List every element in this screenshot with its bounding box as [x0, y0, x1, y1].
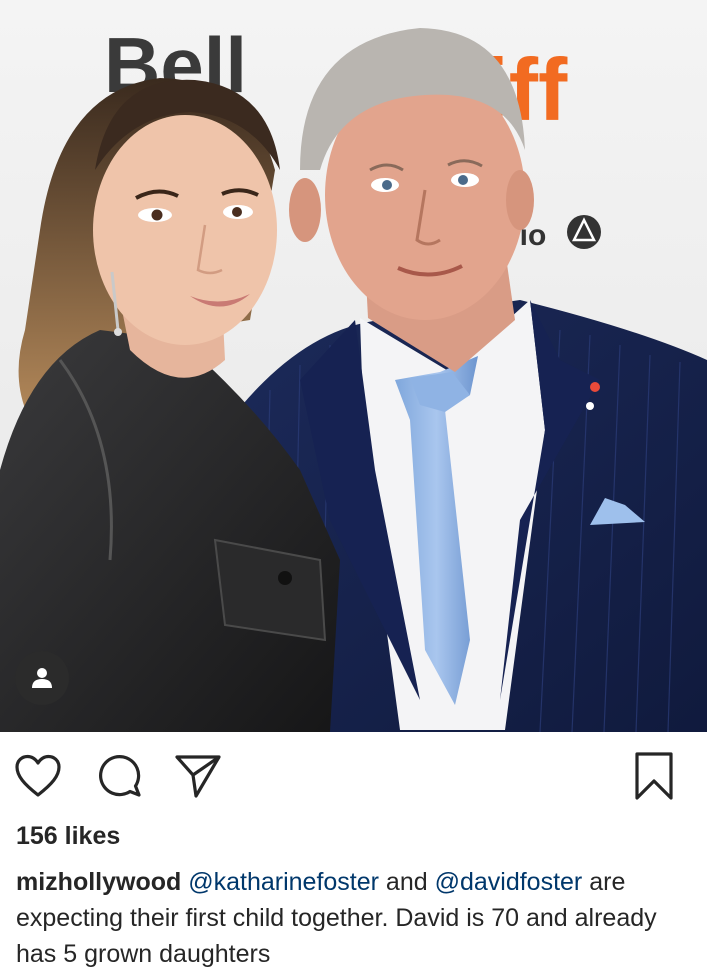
heart-icon: [15, 754, 61, 797]
post-action-bar: [0, 748, 707, 808]
paper-plane-icon: [175, 755, 221, 798]
save-button[interactable]: [628, 748, 680, 804]
comment-button[interactable]: [94, 748, 146, 804]
caption-mention-katharinefoster[interactable]: @katharinefoster: [188, 868, 379, 896]
person-icon: [32, 668, 52, 688]
comment-icon: [99, 755, 141, 797]
post-photo[interactable]: Bell tiff rio: [0, 0, 707, 732]
post-caption: mizhollywood @katharinefoster and @david…: [16, 864, 696, 972]
tag-people-button[interactable]: [15, 651, 69, 705]
caption-username[interactable]: mizhollywood: [16, 868, 181, 896]
likes-count[interactable]: 156 likes: [16, 822, 120, 851]
like-button[interactable]: [12, 748, 64, 804]
post-photo-image: Bell tiff rio: [0, 0, 707, 732]
bookmark-icon: [635, 752, 673, 800]
caption-text-1: and: [378, 868, 435, 896]
share-button[interactable]: [172, 748, 224, 804]
caption-mention-davidfoster[interactable]: @davidfoster: [435, 868, 583, 896]
